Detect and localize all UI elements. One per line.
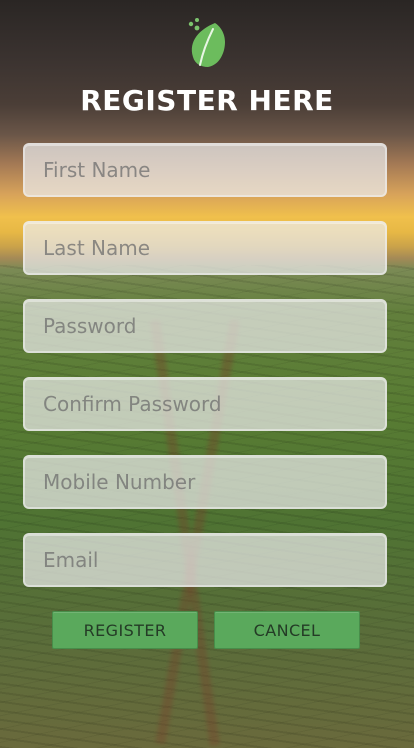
- password-field[interactable]: [23, 299, 387, 353]
- last-name-input[interactable]: [25, 236, 385, 260]
- password-input[interactable]: [25, 314, 385, 338]
- register-button[interactable]: REGISTER: [52, 611, 198, 649]
- confirm-password-field[interactable]: [23, 377, 387, 431]
- confirm-password-input[interactable]: [25, 392, 385, 416]
- cancel-button[interactable]: CANCEL: [214, 611, 360, 649]
- first-name-field[interactable]: [23, 143, 387, 197]
- first-name-input[interactable]: [25, 158, 385, 182]
- email-field[interactable]: [23, 533, 387, 587]
- page-title: REGISTER HERE: [80, 84, 334, 117]
- mobile-number-field[interactable]: [23, 455, 387, 509]
- mobile-number-input[interactable]: [25, 470, 385, 494]
- leaf-logo-icon: [185, 17, 227, 69]
- last-name-field[interactable]: [23, 221, 387, 275]
- email-input[interactable]: [25, 548, 385, 572]
